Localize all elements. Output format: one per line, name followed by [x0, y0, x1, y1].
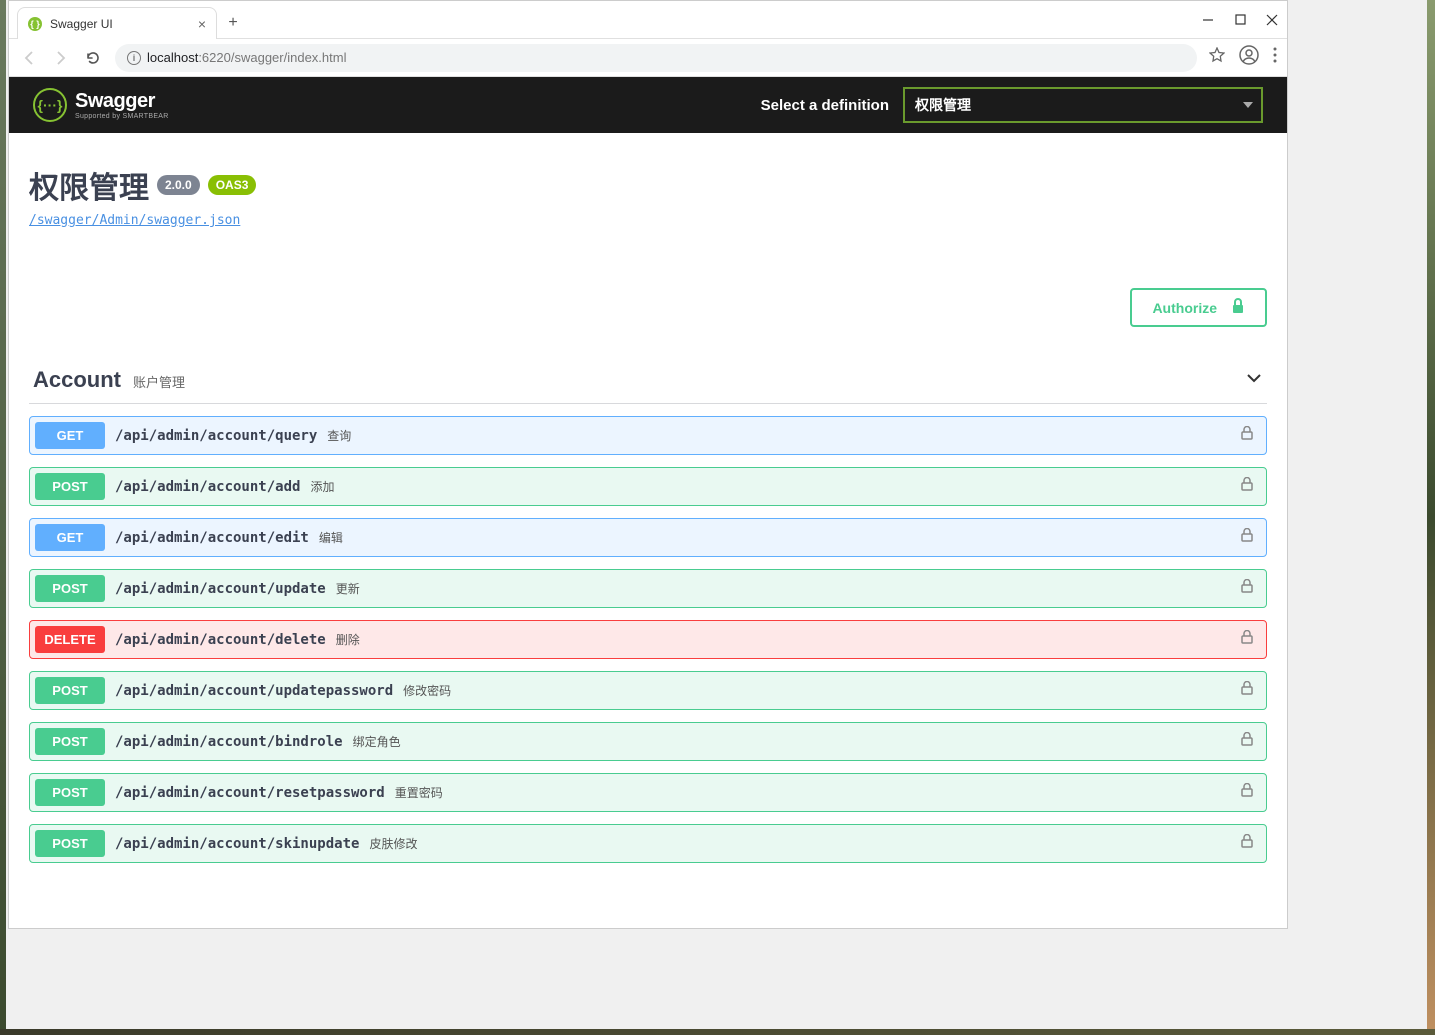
operation-summary: 更新: [336, 580, 1241, 597]
operation-path: /api/admin/account/query: [115, 428, 317, 444]
method-badge: POST: [35, 779, 105, 806]
window-controls: [1201, 13, 1279, 27]
logo-text: Swagger: [75, 90, 169, 113]
minimize-icon[interactable]: [1201, 13, 1215, 27]
operation-summary: 添加: [310, 478, 1241, 495]
address-actions: [1209, 45, 1277, 70]
authorize-label: Authorize: [1152, 300, 1217, 316]
operation-summary: 查询: [327, 427, 1241, 444]
swagger-logo: {···} Swagger Supported by SMARTBEAR: [33, 88, 169, 122]
operation-path: /api/admin/account/updatepassword: [115, 683, 393, 699]
spec-link[interactable]: /swagger/Admin/swagger.json: [29, 213, 1267, 228]
operation-row[interactable]: POST/api/admin/account/update 更新: [29, 569, 1267, 608]
forward-icon[interactable]: [51, 48, 71, 68]
browser-tab[interactable]: { } Swagger UI ×: [17, 7, 217, 39]
tab-title: Swagger UI: [50, 17, 190, 31]
operation-summary: 重置密码: [395, 784, 1241, 801]
operation-row[interactable]: POST/api/admin/account/bindrole 绑定角色: [29, 722, 1267, 761]
version-badge: 2.0.0: [157, 175, 200, 195]
lock-icon[interactable]: [1241, 579, 1253, 598]
favicon-icon: { }: [28, 17, 42, 31]
operation-summary: 删除: [336, 631, 1241, 648]
definition-label: Select a definition: [761, 97, 889, 114]
operation-row[interactable]: POST/api/admin/account/add 添加: [29, 467, 1267, 506]
lock-icon: [1231, 298, 1245, 317]
method-badge: POST: [35, 473, 105, 500]
swagger-body: 权限管理 2.0.0 OAS3 /swagger/Admin/swagger.j…: [9, 133, 1287, 903]
operation-summary: 皮肤修改: [369, 835, 1241, 852]
tag-header[interactable]: Account 账户管理: [29, 357, 1267, 404]
oas-badge: OAS3: [208, 175, 257, 195]
operation-path: /api/admin/account/resetpassword: [115, 785, 385, 801]
operation-row[interactable]: GET/api/admin/account/query 查询: [29, 416, 1267, 455]
method-badge: GET: [35, 524, 105, 551]
reload-icon[interactable]: [83, 48, 103, 68]
tab-strip: { } Swagger UI × +: [17, 7, 245, 39]
definition-select[interactable]: 权限管理: [903, 87, 1263, 123]
chevron-down-icon: [1245, 369, 1263, 392]
operation-row[interactable]: DELETE/api/admin/account/delete 删除: [29, 620, 1267, 659]
operation-row[interactable]: POST/api/admin/account/resetpassword 重置密码: [29, 773, 1267, 812]
menu-icon[interactable]: [1273, 47, 1277, 68]
lock-icon[interactable]: [1241, 528, 1253, 547]
new-tab-button[interactable]: +: [221, 11, 245, 35]
maximize-icon[interactable]: [1233, 13, 1247, 27]
operation-path: /api/admin/account/bindrole: [115, 734, 343, 750]
tag-name: Account: [33, 367, 121, 393]
lock-icon[interactable]: [1241, 834, 1253, 853]
auth-wrapper: Authorize: [29, 288, 1267, 327]
lock-icon[interactable]: [1241, 783, 1253, 802]
titlebar: { } Swagger UI × +: [9, 1, 1287, 39]
lock-icon[interactable]: [1241, 732, 1253, 751]
url-input[interactable]: i localhost:6220/swagger/index.html: [115, 44, 1197, 72]
profile-icon[interactable]: [1239, 45, 1259, 70]
close-tab-icon[interactable]: ×: [198, 16, 206, 32]
operation-path: /api/admin/account/add: [115, 479, 300, 495]
method-badge: POST: [35, 677, 105, 704]
authorize-button[interactable]: Authorize: [1130, 288, 1267, 327]
swagger-logo-icon: {···}: [33, 88, 67, 122]
api-info: 权限管理 2.0.0 OAS3 /swagger/Admin/swagger.j…: [29, 163, 1267, 228]
method-badge: DELETE: [35, 626, 105, 653]
swagger-topbar: {···} Swagger Supported by SMARTBEAR Sel…: [9, 77, 1287, 133]
browser-window: { } Swagger UI × +: [8, 0, 1288, 929]
back-icon[interactable]: [19, 48, 39, 68]
close-icon[interactable]: [1265, 13, 1279, 27]
operation-summary: 编辑: [319, 529, 1241, 546]
operation-summary: 修改密码: [403, 682, 1241, 699]
lock-icon[interactable]: [1241, 426, 1253, 445]
operation-path: /api/admin/account/skinupdate: [115, 836, 359, 852]
definition-picker: Select a definition 权限管理: [761, 87, 1263, 123]
page-content: {···} Swagger Supported by SMARTBEAR Sel…: [9, 77, 1287, 928]
method-badge: POST: [35, 830, 105, 857]
url-text: localhost:6220/swagger/index.html: [147, 50, 346, 65]
operation-row[interactable]: GET/api/admin/account/edit 编辑: [29, 518, 1267, 557]
operation-path: /api/admin/account/delete: [115, 632, 326, 648]
logo-subtext: Supported by SMARTBEAR: [75, 113, 169, 120]
api-title-text: 权限管理: [29, 163, 149, 207]
method-badge: POST: [35, 575, 105, 602]
method-badge: POST: [35, 728, 105, 755]
method-badge: GET: [35, 422, 105, 449]
operations-list: GET/api/admin/account/query 查询 POST/api/ad…: [29, 416, 1267, 863]
site-info-icon[interactable]: i: [127, 51, 141, 65]
operation-path: /api/admin/account/update: [115, 581, 326, 597]
lock-icon[interactable]: [1241, 630, 1253, 649]
operation-row[interactable]: POST/api/admin/account/updatepassword 修改密…: [29, 671, 1267, 710]
address-bar: i localhost:6220/swagger/index.html: [9, 39, 1287, 77]
api-title: 权限管理 2.0.0 OAS3: [29, 163, 1267, 207]
bookmark-icon[interactable]: [1209, 47, 1225, 68]
operation-summary: 绑定角色: [353, 733, 1241, 750]
operation-row[interactable]: POST/api/admin/account/skinupdate 皮肤修改: [29, 824, 1267, 863]
lock-icon[interactable]: [1241, 681, 1253, 700]
tag-description: 账户管理: [133, 372, 185, 391]
operation-path: /api/admin/account/edit: [115, 530, 309, 546]
lock-icon[interactable]: [1241, 477, 1253, 496]
